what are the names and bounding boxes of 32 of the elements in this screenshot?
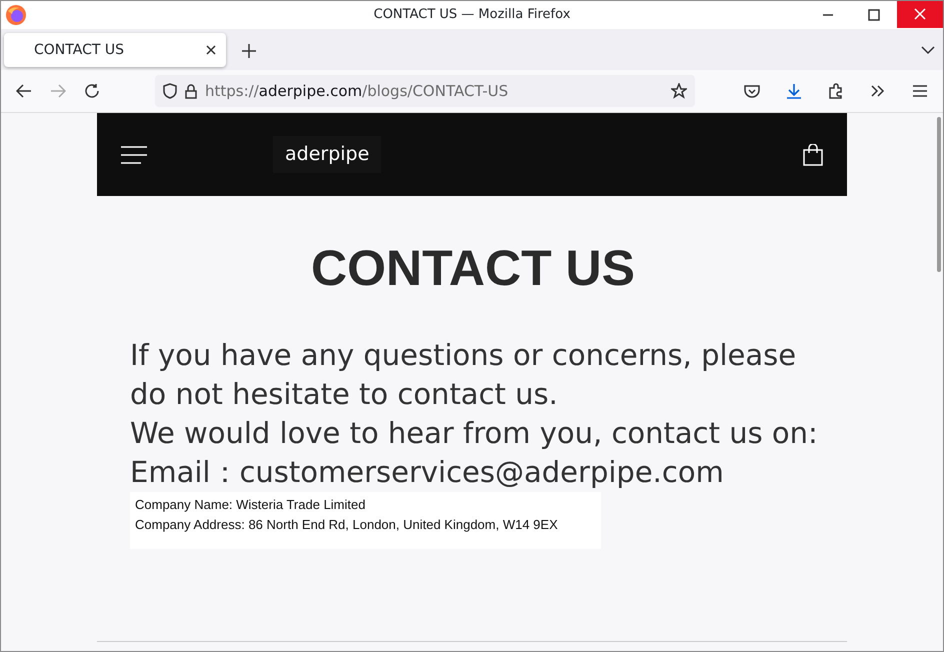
- company-info-text: Company Name: Wisteria Trade Limited: [135, 496, 366, 514]
- scrollbar-thumb[interactable]: [937, 117, 941, 272]
- window-title: CONTACT US — Mozilla Firefox: [374, 6, 570, 24]
- double-chevron-icon: [871, 85, 885, 97]
- new-tab-icon[interactable]: [242, 44, 256, 58]
- pocket-icon: [744, 84, 760, 98]
- page-heading: CONTACT US: [310, 239, 636, 298]
- padlock-icon: [185, 84, 197, 100]
- site-logo[interactable]: aderpipe: [273, 136, 382, 173]
- close-tab-icon[interactable]: [206, 44, 216, 55]
- tab-list-chevron-icon[interactable]: [921, 46, 935, 54]
- bookmark-star-icon[interactable]: [671, 83, 687, 99]
- back-arrow-icon: [16, 84, 32, 98]
- maximize-icon: [868, 9, 880, 21]
- firefox-logo-icon: [5, 4, 27, 26]
- tab-title: CONTACT US: [34, 40, 125, 60]
- close-icon: [914, 8, 926, 20]
- contact-text: We would love to hear from you, contact us on:: [130, 415, 819, 452]
- puzzle-piece-icon: [828, 83, 844, 99]
- forward-arrow-icon: [50, 84, 66, 98]
- menu-icon: [913, 85, 927, 97]
- reload-icon: [84, 83, 100, 99]
- shopping-bag-icon[interactable]: [803, 144, 823, 166]
- address-bar[interactable]: https://aderpipe.com/blogs/CONTACT-US: [155, 75, 695, 107]
- shield-icon: [163, 83, 177, 99]
- menu-icon[interactable]: [121, 146, 147, 164]
- browser-tab[interactable]: CONTACT US: [4, 33, 226, 67]
- download-icon: [786, 83, 802, 99]
- company-info-text: Company Address: 86 North End Rd, London, United Kingdom, W14 9EX: [135, 516, 559, 534]
- contact-text: Email：customerservices@aderpipe.com: [130, 454, 725, 491]
- contact-text: If you have any questions or concerns, please do not hesitate to contact us.: [130, 337, 798, 413]
- close-window-button[interactable]: [897, 1, 943, 28]
